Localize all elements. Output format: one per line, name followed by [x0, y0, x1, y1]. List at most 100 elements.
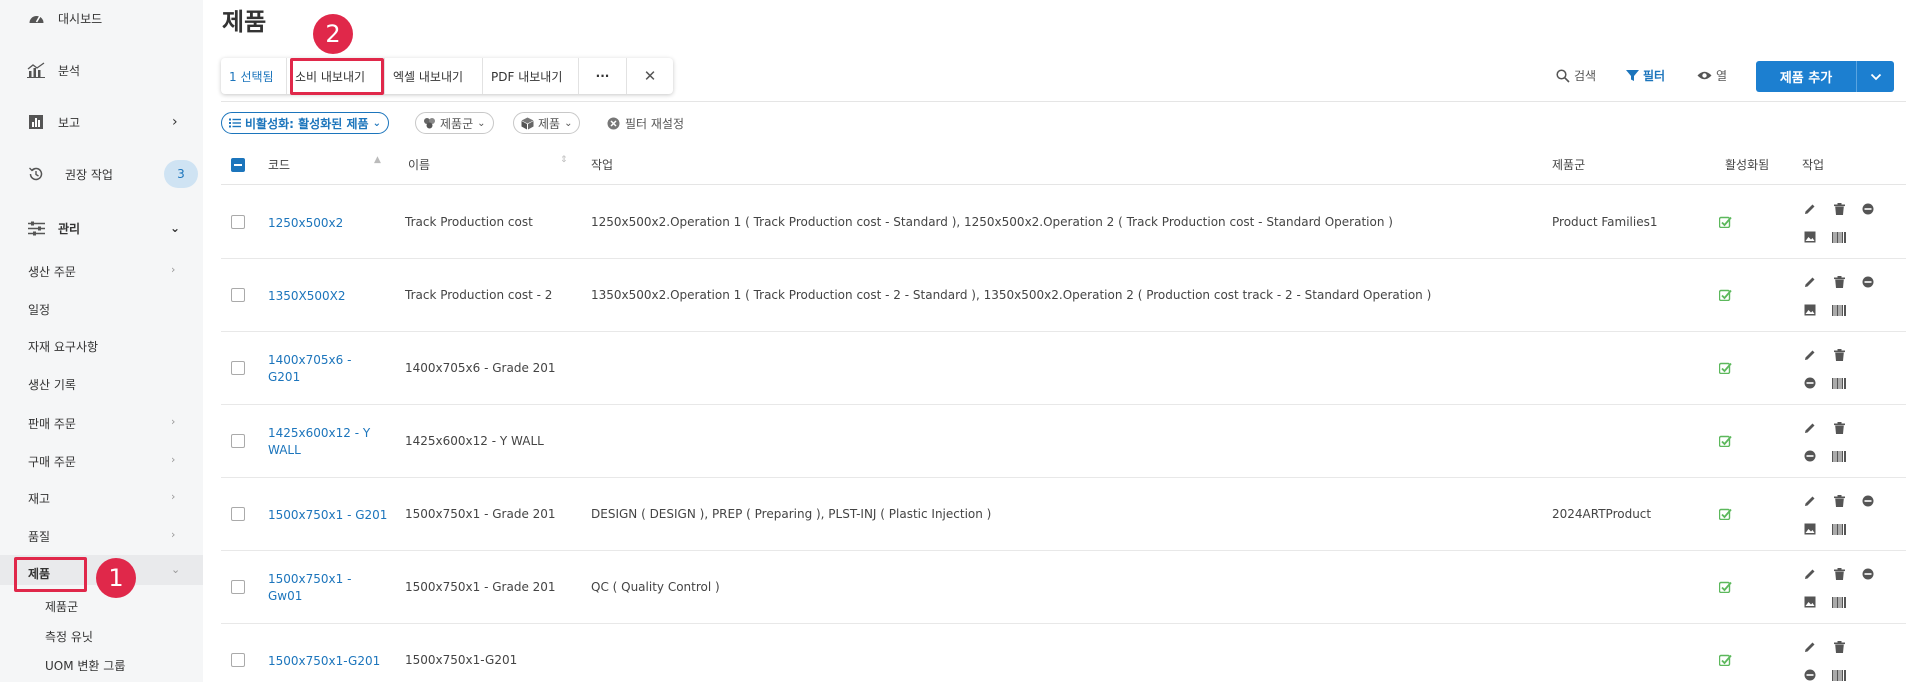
trash-icon[interactable]: [1832, 348, 1846, 362]
table-row[interactable]: 1400x705x6 - G201 1400x705x6 - Grade 201: [221, 332, 1906, 405]
edit-icon[interactable]: [1803, 348, 1817, 362]
edit-icon[interactable]: [1803, 421, 1817, 435]
trash-icon[interactable]: [1832, 275, 1846, 289]
row-checkbox[interactable]: [231, 434, 245, 448]
trash-icon[interactable]: [1832, 640, 1846, 654]
barcode-icon[interactable]: [1832, 230, 1846, 244]
table-row[interactable]: 1500x750x1 - Gw01 1500x750x1 - Grade 201 QC…: [221, 551, 1906, 624]
list-icon: [229, 118, 241, 128]
product-operations: 1250x500x2.Operation 1 ( Track Productio…: [591, 215, 1393, 229]
edit-icon[interactable]: [1803, 640, 1817, 654]
product-code-link[interactable]: 1500x750x1 - G201: [268, 507, 387, 524]
sidebar-item-inventory[interactable]: 재고: [28, 490, 50, 507]
chevron-down-icon: [1870, 73, 1881, 80]
product-code-link[interactable]: 1250x500x2: [268, 215, 343, 232]
row-checkbox[interactable]: [231, 653, 245, 667]
barcode-icon[interactable]: [1832, 376, 1846, 390]
product-code-link[interactable]: 1500x750x1-G201: [268, 653, 380, 670]
select-all-checkbox[interactable]: [231, 158, 245, 172]
columns-button[interactable]: 열: [1697, 67, 1727, 84]
sidebar-item-reports[interactable]: 보고 ›: [0, 112, 203, 132]
chevron-right-icon: ›: [171, 263, 176, 276]
product-name: 1425x600x12 - Y WALL: [405, 434, 544, 448]
sort-icon[interactable]: ⇕: [560, 155, 568, 165]
deactivate-icon[interactable]: [1803, 376, 1817, 390]
column-header-family: 제품군: [1552, 158, 1586, 172]
sidebar-item-uom-conversion-groups[interactable]: UOM 변환 그룹: [45, 657, 125, 674]
image-icon[interactable]: [1803, 303, 1817, 317]
deactivate-icon[interactable]: [1861, 275, 1875, 289]
column-header-name[interactable]: 이름: [408, 156, 430, 173]
inactive-filter-chip[interactable]: 비활성화: 활성화된 제품 ⌄: [221, 112, 389, 134]
trash-icon[interactable]: [1832, 202, 1846, 216]
product-code-link[interactable]: 1400x705x6 - G201: [268, 352, 351, 386]
sidebar-item-recommended[interactable]: 권장 작업 3: [0, 160, 203, 188]
excel-export-button[interactable]: 엑셀 내보내기: [385, 58, 483, 94]
table-row[interactable]: 1250x500x2 Track Production cost 1250x500x…: [221, 186, 1906, 259]
barcode-icon[interactable]: [1832, 522, 1846, 536]
add-product-dropdown[interactable]: [1857, 61, 1894, 92]
barcode-icon[interactable]: [1832, 595, 1846, 609]
barcode-icon[interactable]: [1832, 303, 1846, 317]
sidebar-item-analytics[interactable]: 분석: [0, 60, 203, 80]
column-header-active: 활성화됨: [1725, 158, 1770, 172]
reset-filters-button[interactable]: 필터 재설정: [607, 115, 684, 132]
trash-icon[interactable]: [1832, 567, 1846, 581]
deactivate-icon[interactable]: [1861, 567, 1875, 581]
deactivate-icon[interactable]: [1861, 494, 1875, 508]
bulk-action-toolbar: 1 선택됨 소비 내보내기 엑셀 내보내기 PDF 내보내기 ··· ✕: [221, 58, 673, 94]
filter-button[interactable]: 필터: [1626, 67, 1665, 84]
table-row[interactable]: 1500x750x1-G201 1500x750x1-G201: [221, 624, 1906, 682]
product-operations: QC ( Quality Control ): [591, 580, 720, 594]
add-product-button[interactable]: 제품 추가: [1756, 61, 1857, 92]
barcode-icon[interactable]: [1832, 668, 1846, 682]
sidebar-item-material-requirements[interactable]: 자재 요구사항: [28, 338, 98, 355]
barcode-icon[interactable]: [1832, 449, 1846, 463]
table-row[interactable]: 1500x750x1 - G201 1500x750x1 - Grade 201 D…: [221, 478, 1906, 551]
sidebar-item-production-orders[interactable]: 생산 주문: [28, 263, 76, 280]
sidebar-item-product-families[interactable]: 제품군: [45, 598, 78, 615]
sidebar-item-purchase-orders[interactable]: 구매 주문: [28, 453, 76, 470]
edit-icon[interactable]: [1803, 494, 1817, 508]
history-icon: [27, 165, 45, 183]
product-family-filter-chip[interactable]: 제품군 ⌄: [415, 112, 494, 134]
search-button[interactable]: 검색: [1556, 67, 1596, 84]
row-checkbox[interactable]: [231, 361, 245, 375]
product-code-link[interactable]: 1350X500X2: [268, 288, 346, 305]
table-row[interactable]: 1425x600x12 - Y WALL 1425x600x12 - Y WALL: [221, 405, 1906, 478]
sidebar-item-management[interactable]: 관리 ⌄: [0, 218, 203, 238]
sidebar-item-sales-orders[interactable]: 판매 주문: [28, 415, 76, 432]
product-filter-chip[interactable]: 제품 ⌄: [513, 112, 581, 134]
sidebar-item-units-of-measure[interactable]: 측정 유닛: [45, 628, 93, 645]
column-header-code[interactable]: 코드: [268, 156, 290, 173]
sidebar-item-schedule[interactable]: 일정: [28, 301, 50, 318]
chevron-down-icon: ⌄: [477, 117, 486, 129]
row-checkbox[interactable]: [231, 215, 245, 229]
more-options-button[interactable]: ···: [579, 58, 627, 94]
edit-icon[interactable]: [1803, 202, 1817, 216]
product-code-link[interactable]: 1425x600x12 - Y WALL: [268, 425, 370, 459]
image-icon[interactable]: [1803, 230, 1817, 244]
row-checkbox[interactable]: [231, 507, 245, 521]
sidebar-item-production-records[interactable]: 생산 기록: [28, 376, 76, 393]
edit-icon[interactable]: [1803, 275, 1817, 289]
close-selection-button[interactable]: ✕: [627, 58, 673, 94]
pdf-export-button[interactable]: PDF 내보내기: [483, 58, 579, 94]
image-icon[interactable]: [1803, 595, 1817, 609]
row-checkbox[interactable]: [231, 288, 245, 302]
deactivate-icon[interactable]: [1803, 449, 1817, 463]
active-check-icon: [1718, 215, 1732, 229]
trash-icon[interactable]: [1832, 494, 1846, 508]
sidebar-item-quality[interactable]: 품질: [28, 528, 50, 545]
edit-icon[interactable]: [1803, 567, 1817, 581]
deactivate-icon[interactable]: [1861, 202, 1875, 216]
image-icon[interactable]: [1803, 522, 1817, 536]
trash-icon[interactable]: [1832, 421, 1846, 435]
deactivate-icon[interactable]: [1803, 668, 1817, 682]
table-row[interactable]: 1350X500X2 Track Production cost - 2 1350x…: [221, 259, 1906, 332]
sidebar-item-dashboard[interactable]: 대시보드: [0, 8, 203, 28]
chevron-right-icon: ›: [172, 114, 178, 130]
row-checkbox[interactable]: [231, 580, 245, 594]
product-code-link[interactable]: 1500x750x1 - Gw01: [268, 571, 351, 605]
sort-icon[interactable]: ▲: [374, 155, 381, 165]
